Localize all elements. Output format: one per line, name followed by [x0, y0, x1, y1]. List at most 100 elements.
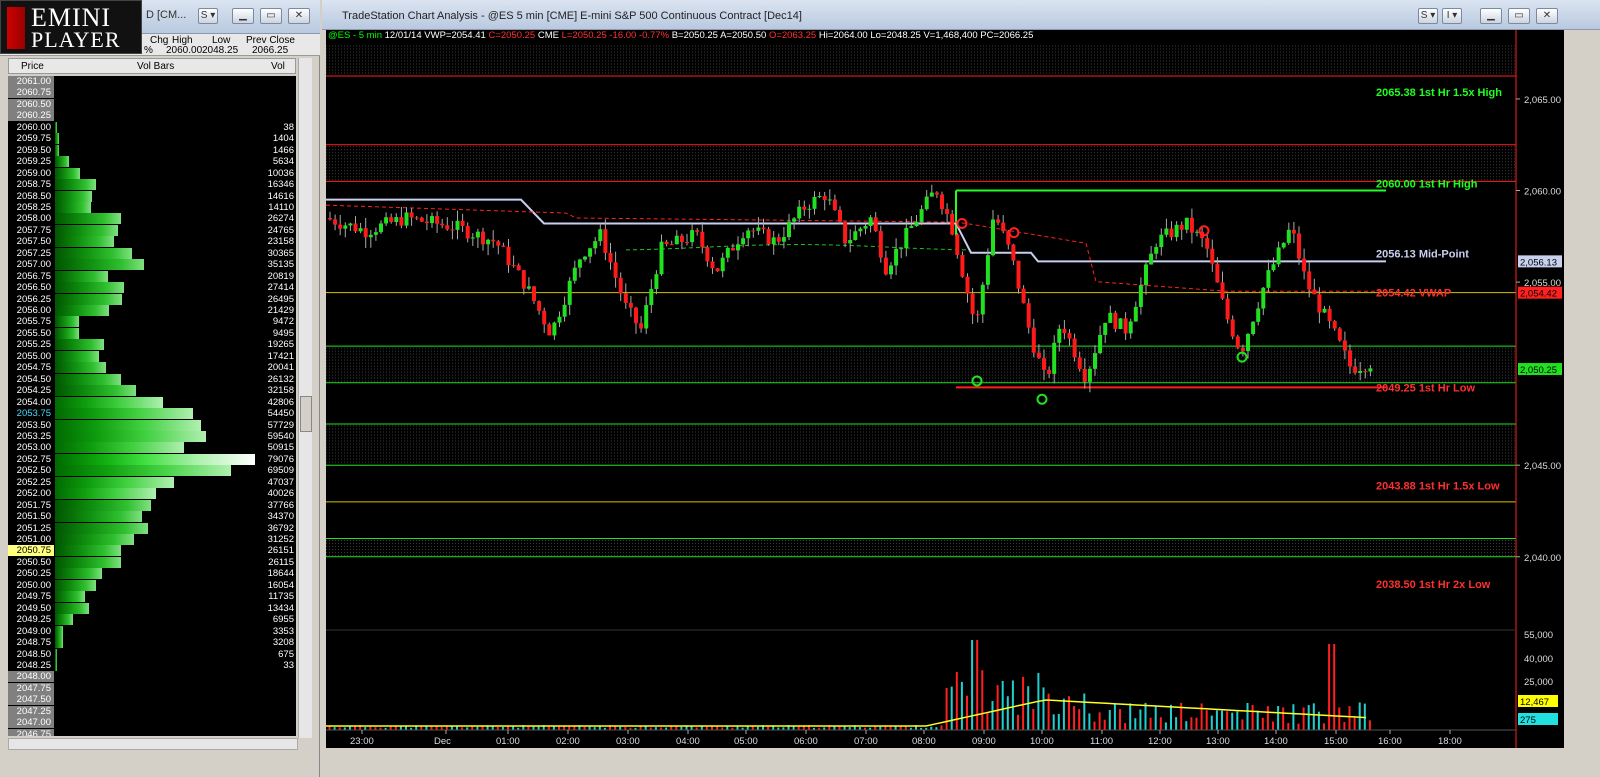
ladder-row[interactable]: 2055.25 19265: [8, 339, 296, 351]
ladder-row[interactable]: 2054.25 32158: [8, 385, 296, 397]
ladder-horizontal-scrollbar[interactable]: [8, 738, 298, 750]
ladder-row[interactable]: 2053.25 59540: [8, 430, 296, 443]
maximize-button[interactable]: ▭: [260, 8, 282, 24]
ladder-row[interactable]: 2053.00 50915: [8, 442, 296, 454]
ladder-row[interactable]: 2048.25 33: [8, 659, 296, 672]
ladder-row[interactable]: 2061.00: [8, 76, 296, 88]
ladder-row[interactable]: 2058.00 26274: [8, 213, 296, 225]
ladder-row[interactable]: 2060.00 38: [8, 121, 296, 134]
volume-bar: [1333, 644, 1336, 730]
ladder-row[interactable]: 2059.25 5634: [8, 156, 296, 168]
ladder-row[interactable]: 2053.75 54450: [8, 408, 296, 420]
ladder-row[interactable]: 2049.75 11735: [8, 591, 296, 603]
candle-body: [720, 257, 725, 272]
scroll-thumb[interactable]: [300, 396, 312, 432]
ladder-row[interactable]: 2047.00: [8, 717, 296, 729]
candle-body: [909, 226, 914, 228]
ladder-row[interactable]: 2054.00 42806: [8, 396, 296, 409]
ladder-row[interactable]: 2048.75 3208: [8, 637, 296, 649]
candle-body: [736, 244, 740, 251]
ladder-row[interactable]: 2051.00 31252: [8, 534, 296, 546]
chart-insert-button[interactable]: I ▾: [1442, 8, 1462, 24]
ladder-row[interactable]: 2060.50: [8, 98, 296, 111]
chart-svg[interactable]: 2065.38 1st Hr 1.5x High 2060.00 1st Hr H…: [325, 30, 1564, 748]
ladder-row[interactable]: 2059.50 1466: [8, 144, 296, 157]
ladder-row[interactable]: 2052.25 47037: [8, 476, 296, 489]
volume-bar: [700, 726, 703, 730]
ladder-row[interactable]: 2046.75: [8, 728, 296, 736]
ladder-row[interactable]: 2051.25 36792: [8, 522, 296, 535]
ladder-row[interactable]: 2051.75 37766: [8, 499, 296, 512]
ladder-row[interactable]: 2049.50 13434: [8, 602, 296, 615]
ladder-row[interactable]: 2057.25 30365: [8, 247, 296, 260]
ladder-row[interactable]: 2048.50 675: [8, 648, 296, 661]
ladder-row[interactable]: 2055.75 9472: [8, 316, 296, 328]
vol-bar: [55, 327, 79, 339]
ladder-row[interactable]: 2058.25 14110: [8, 201, 296, 214]
minimize-button[interactable]: ▁: [232, 8, 254, 24]
vol-bar: [55, 293, 122, 305]
level-label: 2056.13 Mid-Point: [1376, 248, 1469, 260]
ladder-row[interactable]: 2057.00 35135: [8, 259, 296, 271]
ladder-row[interactable]: 2052.75 79076: [8, 453, 296, 466]
ladder-row[interactable]: 2049.25 6955: [8, 614, 296, 626]
ladder-row[interactable]: 2047.50: [8, 694, 296, 706]
ladder-row[interactable]: 2052.50 69509: [8, 465, 296, 477]
ladder-row[interactable]: 2052.00 40026: [8, 488, 296, 500]
candle-body: [460, 220, 465, 226]
ladder-volume: 5634: [272, 156, 294, 168]
ladder-volume: 59540: [267, 430, 294, 442]
ladder-row[interactable]: 2051.50 34370: [8, 511, 296, 523]
volume-bar: [1017, 714, 1019, 730]
ladder-row[interactable]: 2058.50 14616: [8, 190, 296, 203]
status-field: A=2050.50: [720, 30, 769, 41]
candle-body: [919, 209, 924, 222]
ladder-price: 2053.75: [8, 408, 54, 420]
ladder-row[interactable]: 2050.75 26151: [8, 545, 296, 557]
chart-maximize-button[interactable]: ▭: [1508, 8, 1530, 24]
volume-bar: [1093, 721, 1096, 730]
ladder-row[interactable]: 2056.75 20819: [8, 270, 296, 283]
ladder-row[interactable]: 2056.50 27414: [8, 282, 296, 294]
candle-body: [358, 228, 363, 232]
candle-body: [725, 247, 730, 258]
price-column-header[interactable]: Price: [21, 61, 44, 72]
price-ladder[interactable]: 2061.00 2060.75 2060.50 2060.25 2060.00 38 205…: [8, 76, 296, 736]
ladder-row[interactable]: 2057.75 24765: [8, 224, 296, 237]
ladder-row[interactable]: 2054.75 20041: [8, 362, 296, 374]
chart-symbol-link-button[interactable]: S ▾: [1418, 8, 1438, 24]
ladder-row[interactable]: 2058.75 16346: [8, 179, 296, 191]
ladder-row[interactable]: 2054.50 26132: [8, 373, 296, 386]
ladder-row[interactable]: 2055.00 17421: [8, 350, 296, 363]
status-field: VWP=2054.41: [424, 30, 489, 41]
ladder-row[interactable]: 2049.00 3353: [8, 625, 296, 638]
ladder-row[interactable]: 2047.25: [8, 705, 296, 718]
ladder-row[interactable]: 2047.75: [8, 682, 296, 695]
ladder-vertical-scrollbar[interactable]: [298, 58, 312, 738]
volume-bar: [1312, 703, 1315, 730]
ladder-row[interactable]: 2055.50 9495: [8, 327, 296, 340]
vol-column-header[interactable]: Vol: [271, 61, 285, 72]
vol-bars-column-header[interactable]: Vol Bars: [137, 61, 174, 72]
ladder-row[interactable]: 2060.75: [8, 87, 296, 99]
volume-bar: [1348, 706, 1351, 730]
ladder-row[interactable]: 2048.00: [8, 671, 296, 683]
ladder-row[interactable]: 2060.25: [8, 110, 296, 122]
price-chart[interactable]: 2065.38 1st Hr 1.5x High 2060.00 1st Hr H…: [325, 30, 1564, 748]
volume-bar: [1251, 704, 1254, 730]
candle-body: [1062, 328, 1067, 334]
ladder-row[interactable]: 2050.25 18644: [8, 568, 296, 580]
ladder-row[interactable]: 2057.50 23158: [8, 236, 296, 248]
ladder-row[interactable]: 2050.50 26115: [8, 556, 296, 569]
chart-minimize-button[interactable]: ▁: [1480, 8, 1502, 24]
ladder-row[interactable]: 2056.00 21429: [8, 305, 296, 317]
close-button[interactable]: ✕: [288, 8, 310, 24]
ladder-row[interactable]: 2056.25 26495: [8, 293, 296, 306]
chart-close-button[interactable]: ✕: [1536, 8, 1558, 24]
ladder-row[interactable]: 2059.00 10036: [8, 167, 296, 180]
ladder-row[interactable]: 2050.00 16054: [8, 579, 296, 592]
ladder-row[interactable]: 2053.50 57729: [8, 419, 296, 432]
symbol-link-button[interactable]: S ▾: [198, 8, 218, 24]
candle-body: [863, 226, 868, 229]
ladder-row[interactable]: 2059.75 1404: [8, 133, 296, 145]
